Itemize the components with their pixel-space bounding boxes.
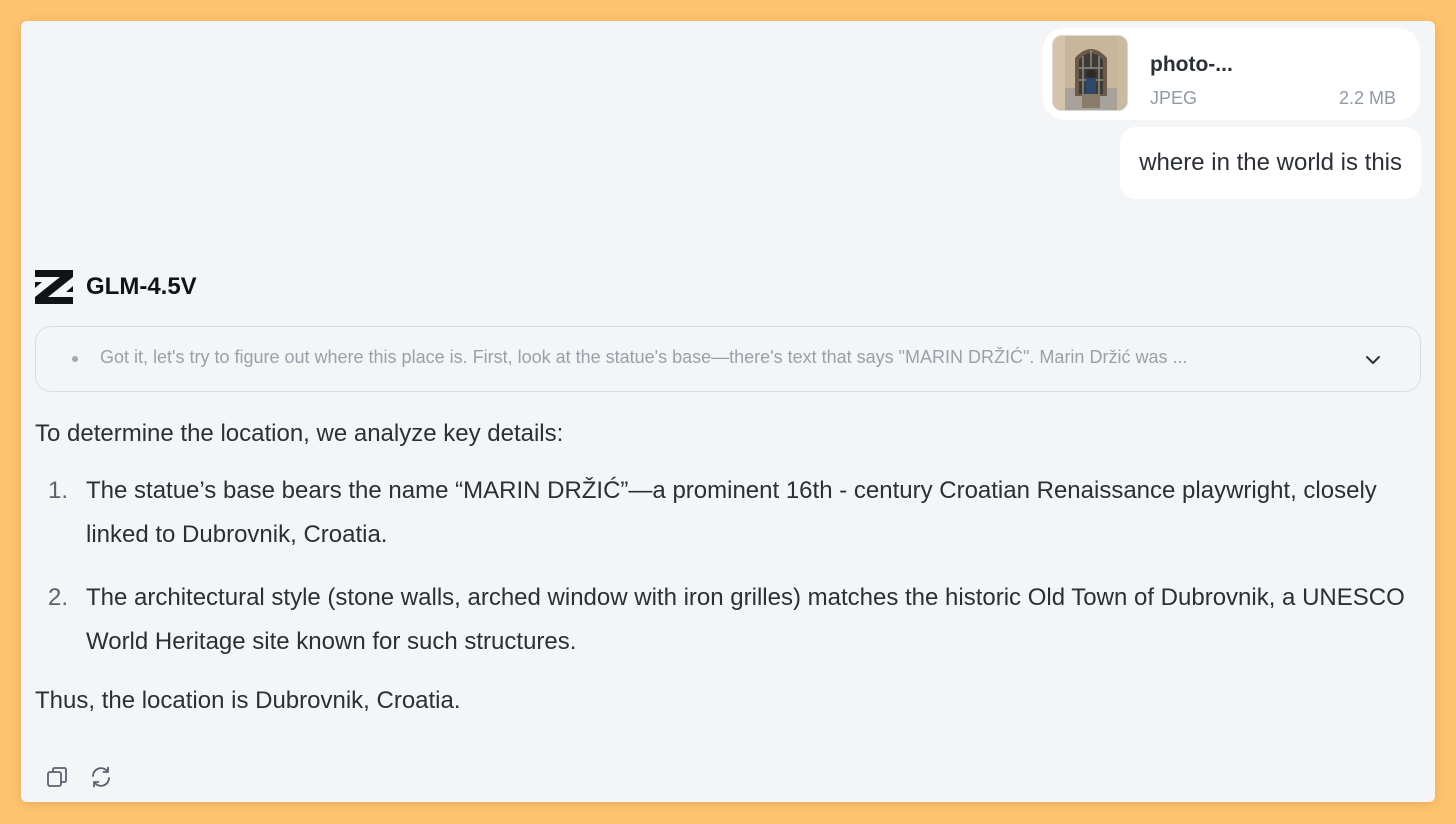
photo-thumbnail-image [1053, 36, 1127, 110]
attachment-size: 2.2 MB [1338, 88, 1396, 108]
attachment-name: photo-... [1150, 53, 1233, 76]
copy-icon [47, 767, 67, 787]
copy-button[interactable] [44, 764, 70, 790]
bullet-icon [72, 356, 78, 362]
message-actions [44, 764, 132, 790]
answer-outro: Thus, the location is Dubrovnik, Croatia… [35, 687, 461, 714]
regenerate-icon [92, 766, 110, 788]
list-item-number: 1. [48, 477, 69, 504]
thinking-preview: Got it, let's try to figure out where th… [100, 347, 1188, 367]
assistant-answer: To determine the location, we analyze ke… [35, 416, 1415, 719]
answer-intro: To determine the location, we analyze ke… [35, 420, 564, 447]
list-item-text: The architectural style (stone walls, ar… [86, 584, 1405, 655]
thinking-panel[interactable]: Got it, let's try to figure out where th… [35, 326, 1421, 392]
z-logo-icon [35, 270, 73, 304]
chevron-down-icon[interactable] [1364, 351, 1382, 369]
user-message-bubble: where in the world is this [1120, 127, 1421, 199]
answer-list: 1. The statue’s base bears the name “MAR… [35, 469, 1415, 664]
list-item-text: The statue’s base bears the name “MARIN … [86, 477, 1377, 548]
chat-window: photo-... JPEG 2.2 MB where in the world… [21, 21, 1435, 802]
user-message-text: where in the world is this [1139, 149, 1402, 176]
list-item: 1. The statue’s base bears the name “MAR… [35, 469, 1415, 557]
model-name: GLM-4.5V [86, 273, 197, 300]
attachment-type: JPEG [1150, 88, 1198, 108]
photo-thumbnail[interactable] [1052, 35, 1128, 111]
list-item: 2. The architectural style (stone walls,… [35, 576, 1415, 664]
model-header: GLM-4.5V [35, 270, 197, 304]
regenerate-button[interactable] [88, 764, 114, 790]
list-item-number: 2. [48, 584, 69, 611]
attachment-card[interactable]: photo-... JPEG 2.2 MB [1043, 28, 1420, 120]
